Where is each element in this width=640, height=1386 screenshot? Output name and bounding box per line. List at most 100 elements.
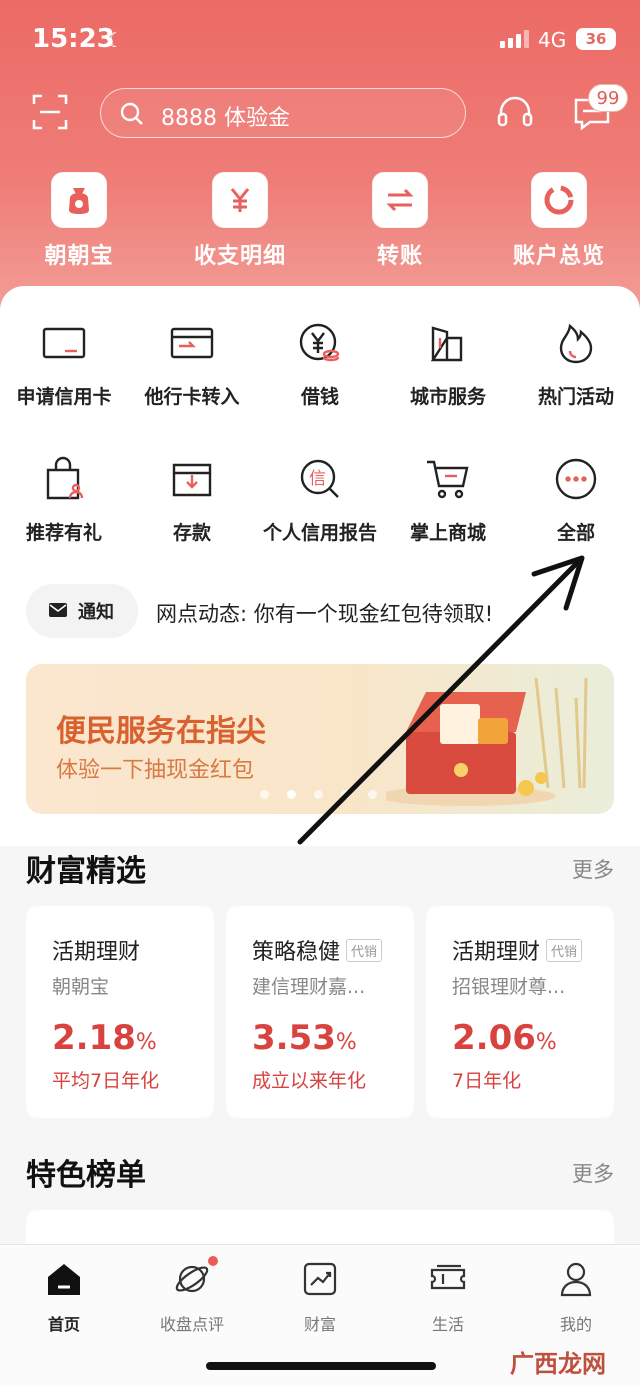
service-label: 个人信用报告: [262, 522, 377, 544]
product-name: 策略稳健 代销: [252, 934, 383, 966]
wealth-more-link[interactable]: 更多: [572, 854, 614, 884]
watermark-text: 广西龙网: [510, 1350, 606, 1378]
shopping-bag-icon: [0, 454, 128, 504]
wealth-title: 财富精选: [26, 854, 146, 889]
notice-label: 通知: [78, 602, 114, 623]
service-deposit[interactable]: 存款: [128, 454, 256, 545]
featured-title: 特色榜单: [26, 1158, 146, 1193]
product-card[interactable]: 活期理财 代销 招银理财尊... 2.06% 7日年化: [426, 906, 614, 1118]
pie-chart-icon: [531, 172, 587, 228]
home-indicator: [206, 1362, 436, 1370]
building-icon: [384, 318, 512, 368]
service-referral[interactable]: 推荐有礼: [0, 454, 128, 545]
service-label: 他行卡转入: [144, 386, 240, 408]
product-tag: 代销: [546, 939, 583, 962]
product-desc: 平均7日年化: [52, 1070, 160, 1092]
quick-transfer[interactable]: 转账: [335, 172, 465, 270]
headset-icon[interactable]: [494, 92, 536, 134]
notice-text[interactable]: 网点动态: 你有一个现金红包待领取!: [156, 598, 493, 628]
quick-label: 转账: [376, 244, 423, 269]
product-rate: 2.06%: [452, 1018, 557, 1058]
service-label: 掌上商城: [409, 522, 486, 544]
money-bag-icon: [51, 172, 107, 228]
cart-icon: [384, 454, 512, 504]
tab-home[interactable]: 首页: [0, 1259, 128, 1335]
tab-label: 收盘点评: [159, 1315, 224, 1334]
product-name: 活期理财 代销: [452, 934, 583, 966]
credit-report-icon: 信: [256, 454, 384, 504]
planet-icon: [128, 1259, 256, 1299]
svg-text:信: 信: [309, 469, 326, 489]
tab-wealth[interactable]: 财富: [256, 1259, 384, 1335]
notice-pill[interactable]: 通知: [26, 584, 138, 638]
yuan-icon: [212, 172, 268, 228]
promo-banner[interactable]: 便民服务在指尖 体验一下抽现金红包: [26, 664, 614, 814]
service-all[interactable]: 全部: [512, 454, 640, 545]
quick-label: 收支明细: [193, 244, 286, 269]
quick-label: 账户总览: [512, 244, 605, 269]
product-rate: 2.18%: [52, 1018, 157, 1058]
ticket-icon: [384, 1259, 512, 1299]
service-label: 热门活动: [537, 386, 614, 408]
status-bar: 15:23 ☾ 4G 36: [0, 22, 640, 58]
red-envelope-chest-illustration: [386, 678, 588, 806]
card-transfer-icon: [128, 318, 256, 368]
service-borrow[interactable]: 借钱: [256, 318, 384, 409]
tab-market-review[interactable]: 收盘点评: [128, 1259, 256, 1335]
message-badge: 99: [588, 84, 628, 112]
carousel-dots: [260, 790, 377, 799]
battery-icon: 36: [576, 28, 616, 50]
service-city[interactable]: 城市服务: [384, 318, 512, 409]
service-label: 申请信用卡: [16, 386, 112, 408]
service-label: 存款: [172, 522, 211, 544]
product-desc: 成立以来年化: [252, 1070, 367, 1092]
product-card[interactable]: 活期理财 朝朝宝 2.18% 平均7日年化: [26, 906, 214, 1118]
service-label: 推荐有礼: [25, 522, 102, 544]
transfer-icon: [372, 172, 428, 228]
service-hot-events[interactable]: 热门活动: [512, 318, 640, 409]
service-credit-report[interactable]: 信 个人信用报告: [256, 454, 384, 545]
tab-label: 财富: [303, 1315, 336, 1334]
service-label: 城市服务: [409, 386, 486, 408]
product-rate: 3.53%: [252, 1018, 357, 1058]
product-name: 活期理财: [52, 940, 141, 965]
service-card-transfer-in[interactable]: 他行卡转入: [128, 318, 256, 409]
featured-more-link[interactable]: 更多: [572, 1158, 614, 1188]
quick-transactions[interactable]: 收支明细: [175, 172, 305, 270]
chart-icon: [256, 1259, 384, 1299]
service-mall[interactable]: 掌上商城: [384, 454, 512, 545]
envelope-icon: [49, 603, 67, 617]
status-time: 15:23: [32, 24, 115, 54]
product-sub: 招银理财尊...: [452, 976, 566, 998]
quick-zhaozhaobao[interactable]: 朝朝宝: [14, 172, 144, 270]
fire-icon: [512, 318, 640, 368]
signal-icon: [500, 30, 529, 48]
banner-title: 便民服务在指尖: [56, 714, 266, 749]
moon-icon: ☾: [106, 28, 124, 52]
deposit-icon: [128, 454, 256, 504]
credit-card-icon: [0, 318, 128, 368]
user-icon: [512, 1259, 640, 1299]
more-icon: [512, 454, 640, 504]
product-tag: 代销: [346, 939, 383, 962]
quick-account-overview[interactable]: 账户总览: [494, 172, 624, 270]
tab-mine[interactable]: 我的: [512, 1259, 640, 1335]
quick-label: 朝朝宝: [44, 244, 114, 269]
notification-dot: [208, 1256, 218, 1266]
tab-label: 我的: [559, 1315, 592, 1334]
search-bar[interactable]: 8888 体验金: [100, 88, 466, 138]
product-card[interactable]: 策略稳健 代销 建信理财嘉... 3.53% 成立以来年化: [226, 906, 414, 1118]
scan-icon[interactable]: [30, 92, 70, 132]
loan-icon: [256, 318, 384, 368]
product-sub: 朝朝宝: [52, 976, 110, 998]
tab-label: 首页: [47, 1315, 80, 1334]
service-apply-credit-card[interactable]: 申请信用卡: [0, 318, 128, 409]
product-sub: 建信理财嘉...: [252, 976, 366, 998]
home-icon: [0, 1259, 128, 1299]
tab-label: 生活: [431, 1315, 464, 1334]
banner-subtitle: 体验一下抽现金红包: [56, 758, 255, 783]
tab-life[interactable]: 生活: [384, 1259, 512, 1335]
service-label: 借钱: [300, 386, 339, 408]
service-label: 全部: [556, 522, 595, 544]
search-placeholder: 8888 体验金: [161, 106, 290, 131]
